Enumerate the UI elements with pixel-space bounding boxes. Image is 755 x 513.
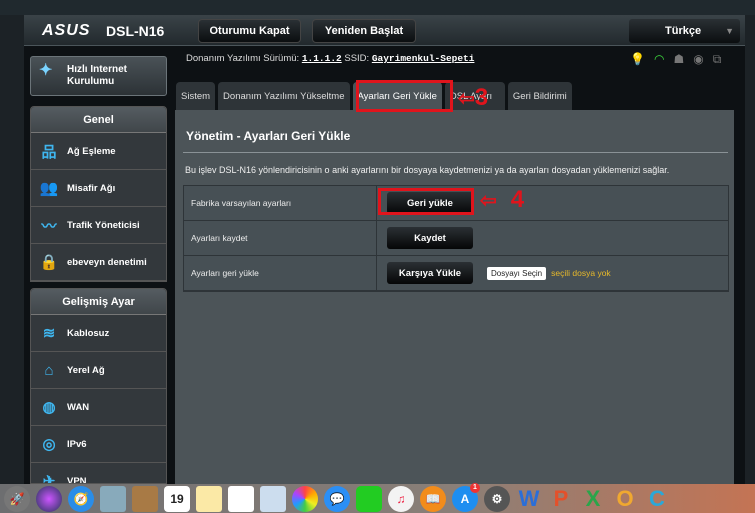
usb-icon[interactable]: ◉ [693,52,703,67]
annotation-box-button [378,188,474,215]
launchpad-icon[interactable]: 🚀 [4,485,30,512]
divider [183,152,728,153]
sidebar-item-label: ebeveyn denetimi [67,256,147,268]
advanced-panel: Gelişmiş Ayar ≋ Kablosuz ⌂ Yerel Ağ ◍ WAN ◎… [30,288,167,484]
save-settings-button[interactable]: Kaydet [387,227,473,249]
quick-setup-label: Hızlı Internet Kurulumu [67,64,128,87]
language-value: Türkçe [665,25,702,37]
word-icon[interactable]: W [516,486,542,512]
annotation-step-3: 3 [474,84,489,111]
reminders-icon[interactable] [228,485,254,512]
status-icons: 💡 ◠ ☗ ◉ ⧉ [630,52,721,67]
maps-icon[interactable] [260,485,286,512]
ssid-link[interactable]: Gayrimenkul-Sepeti [372,53,475,64]
firmware-version-link[interactable]: 1.1.1.2 [302,53,342,64]
sidebar-item-label: WAN [67,401,90,413]
guest-network-icon: 👥 [39,180,59,197]
language-select[interactable]: Türkçe ▼ [629,19,740,43]
firmware-info: Donanım Yazılımı Sürümü: 1.1.1.2 SSID: G… [186,53,474,64]
sidebar-item-wan[interactable]: ◍ WAN [31,389,166,426]
siri-icon[interactable] [36,485,62,512]
globe-icon: ◍ [42,399,56,416]
powerpoint-icon[interactable]: P [548,486,574,512]
sidebar-item-guest-network[interactable]: 👥 Misafir Ağı [31,170,166,207]
ipv6-icon: ◎ [42,436,56,453]
notes-icon[interactable] [196,485,222,512]
annotation-arrow-4: ⇦ 4 [480,186,525,213]
row-label: Ayarları geri yükle [184,256,377,290]
row-label: Fabrika varsayılan ayarları [184,186,377,220]
reboot-button[interactable]: Yeniden Başlat [312,19,416,43]
excel-icon[interactable]: X [580,486,606,512]
ibooks-icon[interactable]: 📖 [420,485,446,512]
sidebar-item-label: Kablosuz [67,327,110,339]
ssid-label: SSID: [344,53,370,64]
wifi-icon: ≋ [42,325,56,342]
tab-firmware-upgrade[interactable]: Donanım Yazılımı Yükseltme [218,82,350,110]
app-store-icon[interactable]: A1 [452,482,480,512]
sidebar-item-label: Ağ Eşleme [67,145,116,157]
choose-file-button[interactable]: Dosyayı Seçin [487,266,547,280]
general-panel: Genel 品 Ağ Eşleme 👥 Misafir Ağı 〰 Trafik Yö… [30,106,167,282]
page-title: Yönetim - Ayarları Geri Yükle [186,129,351,143]
annotation-arrow-3: ⇦3 [458,84,489,111]
safari-icon[interactable]: 🧭 [68,485,94,512]
sidebar-item-label: IPv6 [67,438,87,450]
network-map-icon: 品 [41,143,57,161]
macos-dock: 🚀 🧭 19 💬 ♫ 📖 A1 ⚙ W P X O C [0,482,755,513]
itunes-icon[interactable]: ♫ [388,485,414,512]
onenote-icon[interactable]: C [644,486,670,512]
calendar-day: 19 [170,491,184,506]
sidebar-item-vpn[interactable]: ✈ VPN [31,463,166,484]
sidebar-item-ipv6[interactable]: ◎ IPv6 [31,426,166,463]
upload-button[interactable]: Karşıya Yükle [387,262,473,284]
page-description: Bu işlev DSL-N16 yönlendiricisinin o ank… [185,165,670,175]
facetime-icon[interactable] [356,485,382,512]
content-panel: Yönetim - Ayarları Geri Yükle Bu işlev D… [175,110,734,485]
sidebar-item-traffic-manager[interactable]: 〰 Trafik Yöneticisi [31,207,166,244]
desktop-background [0,0,755,15]
sidebar-item-label: Trafik Yöneticisi [67,219,140,231]
chevron-down-icon: ▼ [725,26,734,36]
wifi-status-icon[interactable]: ◠ [654,52,664,67]
lock-icon: 🔒 [39,254,59,271]
advanced-title: Gelişmiş Ayar [31,289,166,315]
annotation-step-4: 4 [510,186,525,213]
quick-setup-button[interactable]: ✦ Hızlı Internet Kurulumu [30,56,167,96]
sidebar-item-label: Yerel Ağ [67,364,105,376]
general-title: Genel [31,107,166,133]
model-name: DSL-N16 [106,23,165,39]
outlook-icon[interactable]: O [612,486,638,512]
vpn-icon: ✈ [42,473,56,484]
photos-icon[interactable] [292,485,318,512]
table-row: Ayarları geri yükle Karşıya Yükle Dosyayı … [184,256,728,291]
asus-logo: ASUS [42,22,91,39]
tab-feedback[interactable]: Geri Bildirimi [507,82,572,110]
sidebar-item-network-map[interactable]: 品 Ağ Eşleme [31,133,166,170]
sidebar-item-lan[interactable]: ⌂ Yerel Ağ [31,352,166,389]
preview-icon[interactable] [100,485,126,512]
sidebar-item-label: Misafir Ağı [67,182,116,194]
app-store-badge: 1 [470,482,480,493]
table-row: Ayarları kaydet Kaydet [184,221,728,256]
magic-wand-icon: ✦ [39,62,53,79]
home-icon: ⌂ [44,361,54,379]
sidebar-item-label: VPN [67,475,87,484]
sidebar-item-parental-control[interactable]: 🔒 ebeveyn denetimi [31,244,166,281]
annotation-box-tab [356,80,453,112]
file-status: seçili dosya yok [551,268,611,278]
system-preferences-icon[interactable]: ⚙ [484,485,510,512]
contacts-icon[interactable] [132,485,158,512]
row-label: Ayarları kaydet [184,221,377,255]
logout-button[interactable]: Oturumu Kapat [198,19,301,43]
sidebar-item-wireless[interactable]: ≋ Kablosuz [31,315,166,352]
calendar-icon[interactable]: 19 [164,485,190,512]
messages-icon[interactable]: 💬 [324,485,350,512]
copy-icon[interactable]: ⧉ [713,52,722,67]
users-icon[interactable]: ☗ [673,52,684,67]
traffic-icon: 〰 [41,217,57,235]
bulb-icon[interactable]: 💡 [630,52,645,67]
tab-system[interactable]: Sistem [176,82,216,110]
firmware-label: Donanım Yazılımı Sürümü: [186,53,300,64]
